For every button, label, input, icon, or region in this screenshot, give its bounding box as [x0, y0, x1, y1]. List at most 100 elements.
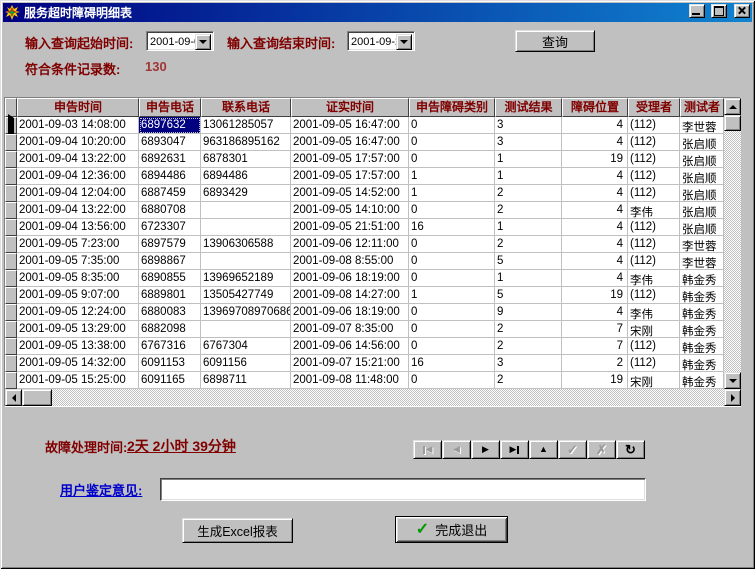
finish-exit-button[interactable]: ✓ 完成退出 — [395, 516, 508, 543]
grid-cell[interactable]: 2001-09-08 8:55:00 — [291, 253, 409, 270]
grid-cell[interactable]: 0 — [409, 304, 495, 321]
grid-cell[interactable]: 0 — [409, 321, 495, 338]
grid-cell[interactable]: 2 — [562, 355, 628, 372]
grid-cell[interactable]: 6887459 — [139, 185, 201, 202]
grid-cell[interactable]: (112) — [628, 151, 680, 168]
minimize-button[interactable] — [689, 4, 705, 18]
scroll-left-button[interactable] — [5, 389, 22, 406]
grid-cell[interactable]: 6897632 — [139, 117, 201, 134]
grid-cell[interactable]: 张启顺 — [680, 168, 724, 185]
grid-cell[interactable]: 张启顺 — [680, 151, 724, 168]
grid-cell[interactable]: 6893047 — [139, 134, 201, 151]
table-row[interactable]: 2001-09-04 13:22:0068807082001-09-05 14:… — [5, 202, 724, 219]
grid-cell[interactable]: 2 — [495, 185, 562, 202]
grid-cell[interactable]: 李世蓉 — [680, 236, 724, 253]
grid-cell[interactable]: 4 — [562, 168, 628, 185]
grid-cell[interactable]: 2001-09-08 14:27:00 — [291, 287, 409, 304]
grid-cell[interactable]: 2001-09-05 14:10:00 — [291, 202, 409, 219]
table-row[interactable]: 2001-09-05 7:35:0068988672001-09-08 8:55… — [5, 253, 724, 270]
grid-cell[interactable]: 5 — [495, 253, 562, 270]
grid-cell[interactable]: 4 — [562, 253, 628, 270]
grid-cell[interactable]: 2001-09-04 13:22:00 — [17, 151, 139, 168]
column-header[interactable]: 受理者 — [628, 98, 680, 117]
table-row[interactable]: 2001-09-05 15:25:00609116568987112001-09… — [5, 372, 724, 389]
grid-cell[interactable]: 2001-09-06 18:19:00 — [291, 304, 409, 321]
opinion-input[interactable] — [160, 478, 646, 501]
grid-cell[interactable]: 2 — [495, 202, 562, 219]
table-row[interactable]: 2001-09-04 10:20:00689304796318689516220… — [5, 134, 724, 151]
grid-cell[interactable]: 宋刚 — [628, 321, 680, 338]
column-header[interactable]: 证实时间 — [291, 98, 409, 117]
grid-cell[interactable]: 韩金秀 — [680, 304, 724, 321]
scroll-up-button[interactable] — [724, 98, 741, 115]
grid-cell[interactable]: 2001-09-04 13:56:00 — [17, 219, 139, 236]
grid-cell[interactable]: 2001-09-05 7:35:00 — [17, 253, 139, 270]
table-row[interactable]: 2001-09-04 13:22:00689263168783012001-09… — [5, 151, 724, 168]
grid-cell[interactable]: 张启顺 — [680, 202, 724, 219]
grid-cell[interactable]: 4 — [562, 219, 628, 236]
grid-cell[interactable]: (112) — [628, 168, 680, 185]
grid-cell[interactable]: 2001-09-04 12:36:00 — [17, 168, 139, 185]
column-header[interactable]: 申告障碍类别 — [409, 98, 495, 117]
grid-cell[interactable]: 李伟 — [628, 304, 680, 321]
grid-cell[interactable]: 19 — [562, 372, 628, 389]
grid-cell[interactable]: 2 — [495, 338, 562, 355]
close-button[interactable] — [734, 4, 750, 18]
grid-cell[interactable]: 2001-09-04 13:22:00 — [17, 202, 139, 219]
vertical-scrollbar[interactable] — [724, 98, 741, 389]
grid-cell[interactable]: 6767316 — [139, 338, 201, 355]
table-row[interactable]: 2001-09-03 14:08:00689763213061285057200… — [5, 117, 724, 134]
grid-cell[interactable]: 4 — [562, 236, 628, 253]
grid-cell[interactable]: 3 — [495, 117, 562, 134]
horizontal-scroll-thumb[interactable] — [22, 389, 52, 406]
grid-cell[interactable]: 宋刚 — [628, 372, 680, 389]
grid-cell[interactable]: 0 — [409, 236, 495, 253]
column-header[interactable]: 申告电话 — [139, 98, 201, 117]
grid-cell[interactable]: 1 — [495, 151, 562, 168]
grid-cell[interactable]: 6880083 — [139, 304, 201, 321]
grid-cell[interactable]: 2001-09-05 16:47:00 — [291, 134, 409, 151]
grid-cell[interactable]: 2001-09-05 16:47:00 — [291, 117, 409, 134]
grid-cell[interactable]: 李世蓉 — [680, 117, 724, 134]
grid-cell[interactable]: 韩金秀 — [680, 321, 724, 338]
vertical-scroll-thumb[interactable] — [724, 115, 741, 131]
table-row[interactable]: 2001-09-04 12:04:00688745968934292001-09… — [5, 185, 724, 202]
grid-cell[interactable]: 7 — [562, 321, 628, 338]
grid-cell[interactable]: 2001-09-05 14:52:00 — [291, 185, 409, 202]
horizontal-scrollbar[interactable] — [5, 389, 741, 406]
search-button[interactable]: 查询 — [515, 30, 595, 52]
grid-cell[interactable]: 1 — [409, 168, 495, 185]
grid-cell[interactable]: (112) — [628, 185, 680, 202]
grid-cell[interactable]: 2001-09-05 17:57:00 — [291, 168, 409, 185]
grid-cell[interactable]: 2001-09-03 14:08:00 — [17, 117, 139, 134]
grid-cell[interactable]: 1 — [495, 219, 562, 236]
grid-cell[interactable]: 2001-09-05 13:38:00 — [17, 338, 139, 355]
grid-cell[interactable] — [201, 321, 291, 338]
grid-cell[interactable]: 0 — [409, 117, 495, 134]
grid-cell[interactable]: 韩金秀 — [680, 355, 724, 372]
grid-cell[interactable]: 6897579 — [139, 236, 201, 253]
table-row[interactable]: 2001-09-05 13:38:00676731667673042001-09… — [5, 338, 724, 355]
grid-cell[interactable]: 张启顺 — [680, 219, 724, 236]
table-row[interactable]: 2001-09-04 12:36:00689448668944862001-09… — [5, 168, 724, 185]
grid-cell[interactable]: 2001-09-04 12:04:00 — [17, 185, 139, 202]
start-date-dropdown-button[interactable] — [195, 34, 211, 50]
grid-cell[interactable]: (112) — [628, 338, 680, 355]
grid-cell[interactable]: 1 — [409, 185, 495, 202]
grid-cell[interactable]: 13061285057 — [201, 117, 291, 134]
grid-cell[interactable]: 2001-09-05 8:35:00 — [17, 270, 139, 287]
grid-cell[interactable]: 李世蓉 — [680, 253, 724, 270]
grid-cell[interactable]: 2001-09-06 12:11:00 — [291, 236, 409, 253]
grid-cell[interactable]: 李伟 — [628, 202, 680, 219]
grid-cell[interactable]: 韩金秀 — [680, 338, 724, 355]
grid-cell[interactable]: 2001-09-05 14:32:00 — [17, 355, 139, 372]
last-record-button[interactable]: ▶ — [500, 440, 529, 459]
grid-cell[interactable]: 张启顺 — [680, 185, 724, 202]
table-row[interactable]: 2001-09-04 13:56:0067233072001-09-05 21:… — [5, 219, 724, 236]
column-header[interactable]: 障碍位置 — [562, 98, 628, 117]
grid-cell[interactable]: 16 — [409, 355, 495, 372]
grid-cell[interactable]: 6894486 — [139, 168, 201, 185]
grid-cell[interactable]: 2 — [495, 372, 562, 389]
grid-cell[interactable]: 6091165 — [139, 372, 201, 389]
grid-cell[interactable]: 2001-09-05 15:25:00 — [17, 372, 139, 389]
